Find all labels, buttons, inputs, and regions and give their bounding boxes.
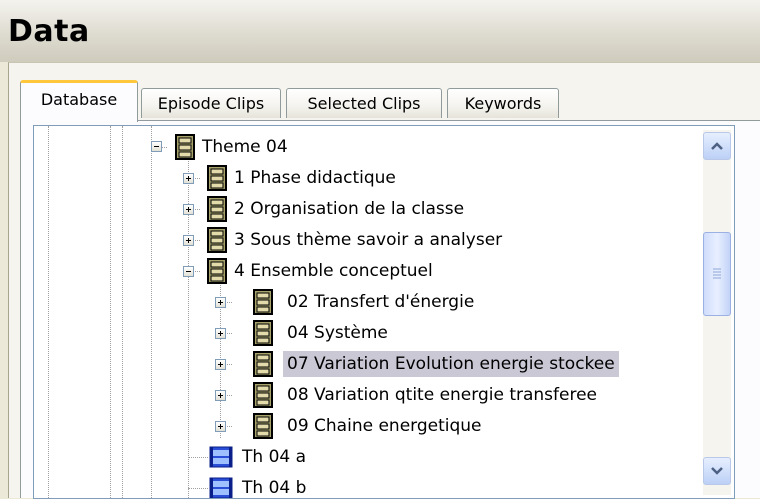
expand-toggle[interactable]: [183, 204, 194, 215]
scroll-down-button[interactable]: [703, 457, 731, 485]
tree-node[interactable]: 1 Phase didactique: [230, 165, 400, 191]
tree-node[interactable]: 4 Ensemble conceptuel: [230, 258, 437, 284]
keyword-group-icon: [175, 134, 195, 160]
tree-node-theme-04[interactable]: Theme 04: [198, 134, 292, 160]
keyword-group-icon: [253, 351, 273, 377]
panel-title-bar: Data: [0, 0, 760, 62]
scroll-thumb[interactable]: [703, 232, 731, 316]
keyword-group-icon: [253, 289, 273, 315]
expand-toggle[interactable]: [215, 359, 226, 370]
scroll-up-button[interactable]: [703, 132, 731, 160]
tree-node[interactable]: 02 Transfert d'énergie: [283, 289, 478, 315]
tree-node[interactable]: 04 Système: [283, 320, 392, 346]
tree-guide-line: [122, 126, 123, 498]
episode-icon: [209, 446, 233, 468]
keyword-group-icon: [253, 382, 273, 408]
tree-node[interactable]: 08 Variation qtite energie transferee: [283, 382, 601, 408]
database-tree[interactable]: Theme 04 1 Phase didactique 2 Organisati…: [33, 125, 735, 499]
tab-database[interactable]: Database: [20, 80, 138, 122]
keyword-group-icon: [253, 413, 273, 439]
vertical-scrollbar[interactable]: [703, 130, 731, 495]
collapse-toggle[interactable]: [183, 266, 194, 277]
expand-toggle[interactable]: [215, 390, 226, 401]
panel-title: Data: [8, 14, 90, 49]
expand-toggle[interactable]: [183, 235, 194, 246]
expand-toggle[interactable]: [215, 421, 226, 432]
tree-node[interactable]: 2 Organisation de la classe: [230, 196, 468, 222]
tab-keywords[interactable]: Keywords: [447, 88, 559, 118]
tree-guide-line: [151, 126, 152, 498]
tab-episode-clips[interactable]: Episode Clips: [141, 88, 281, 118]
tree-node-episode[interactable]: Th 04 a: [238, 444, 310, 470]
keyword-group-icon: [207, 258, 227, 284]
keyword-group-icon: [207, 227, 227, 253]
expand-toggle[interactable]: [183, 173, 194, 184]
tree-node-episode[interactable]: Th 04 b: [238, 475, 310, 498]
tree-guide-line: [110, 126, 111, 498]
tree-node[interactable]: 09 Chaine energetique: [283, 413, 486, 439]
tree-node[interactable]: 3 Sous thème savoir a analyser: [230, 227, 506, 253]
grip-icon: [713, 268, 721, 279]
expand-toggle[interactable]: [215, 297, 226, 308]
tab-selected-clips[interactable]: Selected Clips: [286, 88, 442, 118]
keyword-group-icon: [207, 165, 227, 191]
chevron-up-icon: [711, 142, 723, 150]
collapse-toggle[interactable]: [151, 141, 162, 152]
expand-toggle[interactable]: [215, 328, 226, 339]
tree-node-selected[interactable]: 07 Variation Evolution energie stockee: [283, 351, 619, 377]
chevron-down-icon: [711, 467, 723, 475]
keyword-group-icon: [207, 196, 227, 222]
tree-guide-line: [48, 126, 49, 498]
keyword-group-icon: [253, 320, 273, 346]
episode-icon: [209, 477, 233, 498]
